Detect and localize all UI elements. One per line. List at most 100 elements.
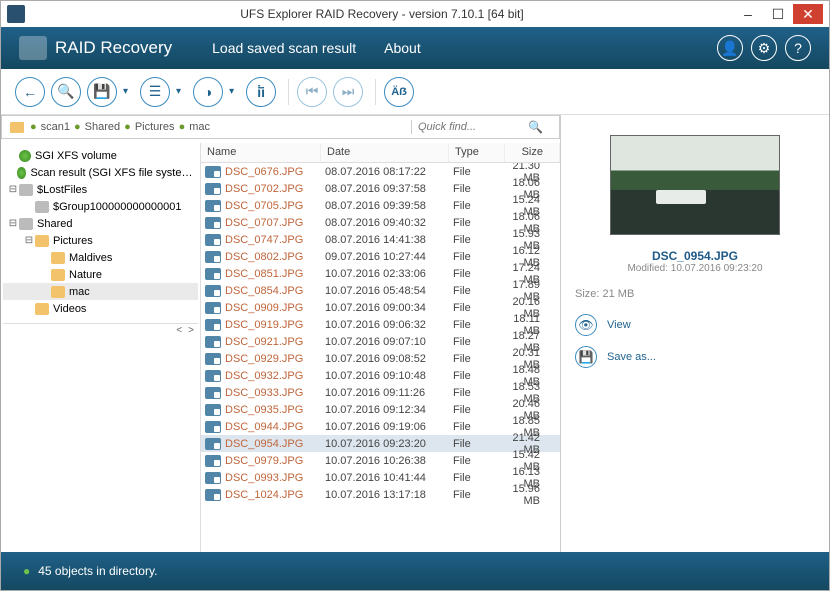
status-bullet-icon: ●: [23, 564, 30, 578]
file-list: Name Date Type Size DSC_0676.JPG08.07.20…: [201, 143, 560, 552]
file-row[interactable]: DSC_0954.JPG10.07.2016 09:23:20File21.42…: [201, 435, 560, 452]
image-icon: [205, 438, 221, 450]
folder-icon: [51, 269, 65, 281]
tree-item[interactable]: mac: [3, 283, 198, 300]
tree-item[interactable]: Videos: [3, 300, 198, 317]
col-size[interactable]: Size: [505, 143, 560, 162]
quick-find-input[interactable]: [418, 121, 528, 133]
scroll-right[interactable]: >: [188, 325, 194, 336]
tree-item[interactable]: Scan result (SGI XFS file system; 1.85 G…: [3, 164, 198, 181]
list-caret[interactable]: ▾: [176, 86, 181, 97]
app-header: RAID Recovery Load saved scan result Abo…: [1, 27, 829, 69]
file-row[interactable]: DSC_0944.JPG10.07.2016 09:19:06File18.85…: [201, 418, 560, 435]
image-icon: [205, 217, 221, 229]
search-button[interactable]: 🔍: [51, 77, 81, 107]
file-row[interactable]: DSC_0707.JPG08.07.2016 09:40:32File18.06…: [201, 214, 560, 231]
tree-item[interactable]: ⊟$LostFiles: [3, 181, 198, 198]
minimize-button[interactable]: –: [733, 4, 763, 24]
app-name: RAID Recovery: [55, 38, 172, 58]
save-caret[interactable]: ▾: [123, 86, 128, 97]
breadcrumb-item[interactable]: Pictures: [135, 121, 175, 133]
breadcrumb-item[interactable]: mac: [189, 121, 210, 133]
breadcrumb-item[interactable]: scan1: [41, 121, 70, 133]
file-row[interactable]: DSC_0802.JPG09.07.2016 10:27:44File16.12…: [201, 248, 560, 265]
image-icon: [205, 370, 221, 382]
tree-item[interactable]: $Group100000000000001: [3, 198, 198, 215]
disk-icon: 💾: [575, 346, 597, 368]
scroll-left[interactable]: <: [176, 325, 182, 336]
file-row[interactable]: DSC_0993.JPG10.07.2016 10:41:44File16.13…: [201, 469, 560, 486]
image-icon: [205, 251, 221, 263]
eye-icon: 👁: [575, 314, 597, 336]
case-button[interactable]: Äẞ: [384, 77, 414, 107]
file-row[interactable]: DSC_0933.JPG10.07.2016 09:11:26File18.53…: [201, 384, 560, 401]
image-icon: [205, 455, 221, 467]
image-icon: [205, 183, 221, 195]
folder-icon: [10, 122, 24, 133]
maximize-button[interactable]: ☐: [763, 4, 793, 24]
filter-caret[interactable]: ▾: [229, 86, 234, 97]
image-icon: [205, 404, 221, 416]
file-row[interactable]: DSC_0932.JPG10.07.2016 09:10:48File18.48…: [201, 367, 560, 384]
disk-icon: [19, 150, 31, 162]
breadcrumb-item[interactable]: Shared: [85, 121, 120, 133]
image-icon: [205, 319, 221, 331]
folder-icon: [35, 303, 49, 315]
folder-icon: [19, 218, 33, 230]
view-button[interactable]: 👁 View: [575, 314, 815, 336]
tree-item[interactable]: ⊟Pictures: [3, 232, 198, 249]
filter-button[interactable]: ◑: [193, 77, 223, 107]
logo-icon: [19, 36, 47, 60]
statusbar: ● 45 objects in directory.: [1, 552, 829, 590]
file-row[interactable]: DSC_0909.JPG10.07.2016 09:00:34File20.16…: [201, 299, 560, 316]
file-row[interactable]: DSC_0854.JPG10.07.2016 05:48:54File17.89…: [201, 282, 560, 299]
save-button[interactable]: 💾: [87, 77, 117, 107]
file-row[interactable]: DSC_0705.JPG08.07.2016 09:39:58File15.24…: [201, 197, 560, 214]
menu-load-saved[interactable]: Load saved scan result: [212, 40, 356, 56]
quick-find: 🔍: [411, 120, 551, 134]
file-row[interactable]: DSC_0919.JPG10.07.2016 09:06:32File18.11…: [201, 316, 560, 333]
image-icon: [205, 387, 221, 399]
folder-icon: [51, 252, 65, 264]
file-row[interactable]: DSC_1024.JPG10.07.2016 13:17:18File15.96…: [201, 486, 560, 503]
list-button[interactable]: ☰: [140, 77, 170, 107]
col-date[interactable]: Date: [321, 143, 449, 162]
image-icon: [205, 472, 221, 484]
disk-icon: [17, 167, 27, 179]
close-button[interactable]: ✕: [793, 4, 823, 24]
prev-button[interactable]: ⏮: [297, 77, 327, 107]
image-icon: [205, 268, 221, 280]
user-icon[interactable]: 👤: [717, 35, 743, 61]
help-icon[interactable]: ?: [785, 35, 811, 61]
next-button[interactable]: ⏭: [333, 77, 363, 107]
tree-item[interactable]: Nature: [3, 266, 198, 283]
search-icon[interactable]: 🔍: [528, 120, 543, 134]
image-icon: [205, 336, 221, 348]
file-row[interactable]: DSC_0979.JPG10.07.2016 10:26:38File15.42…: [201, 452, 560, 469]
file-row[interactable]: DSC_0702.JPG08.07.2016 09:37:58File18.06…: [201, 180, 560, 197]
image-icon: [205, 489, 221, 501]
col-type[interactable]: Type: [449, 143, 505, 162]
file-row[interactable]: DSC_0851.JPG10.07.2016 02:33:06File17.24…: [201, 265, 560, 282]
file-row[interactable]: DSC_0921.JPG10.07.2016 09:07:10File18.27…: [201, 333, 560, 350]
preview-modified: Modified: 10.07.2016 09:23:20: [575, 263, 815, 274]
col-name[interactable]: Name: [201, 143, 321, 162]
file-row[interactable]: DSC_0676.JPG08.07.2016 08:17:22File21.30…: [201, 163, 560, 180]
back-button[interactable]: ←: [15, 77, 45, 107]
image-icon: [205, 353, 221, 365]
tree-item[interactable]: ⊟Shared: [3, 215, 198, 232]
image-icon: [205, 200, 221, 212]
find-button[interactable]: i̇̇i: [246, 77, 276, 107]
file-row[interactable]: DSC_0747.JPG08.07.2016 14:41:38File15.93…: [201, 231, 560, 248]
gear-icon[interactable]: ⚙: [751, 35, 777, 61]
file-row[interactable]: DSC_0935.JPG10.07.2016 09:12:34File20.46…: [201, 401, 560, 418]
save-as-button[interactable]: 💾 Save as...: [575, 346, 815, 368]
window-title: UFS Explorer RAID Recovery - version 7.1…: [31, 7, 733, 21]
menu-about[interactable]: About: [384, 40, 421, 56]
file-row[interactable]: DSC_0929.JPG10.07.2016 09:08:52File20.31…: [201, 350, 560, 367]
image-icon: [205, 285, 221, 297]
image-icon: [205, 302, 221, 314]
tree-item[interactable]: SGI XFS volume: [3, 147, 198, 164]
folder-icon: [19, 184, 33, 196]
tree-item[interactable]: Maldives: [3, 249, 198, 266]
